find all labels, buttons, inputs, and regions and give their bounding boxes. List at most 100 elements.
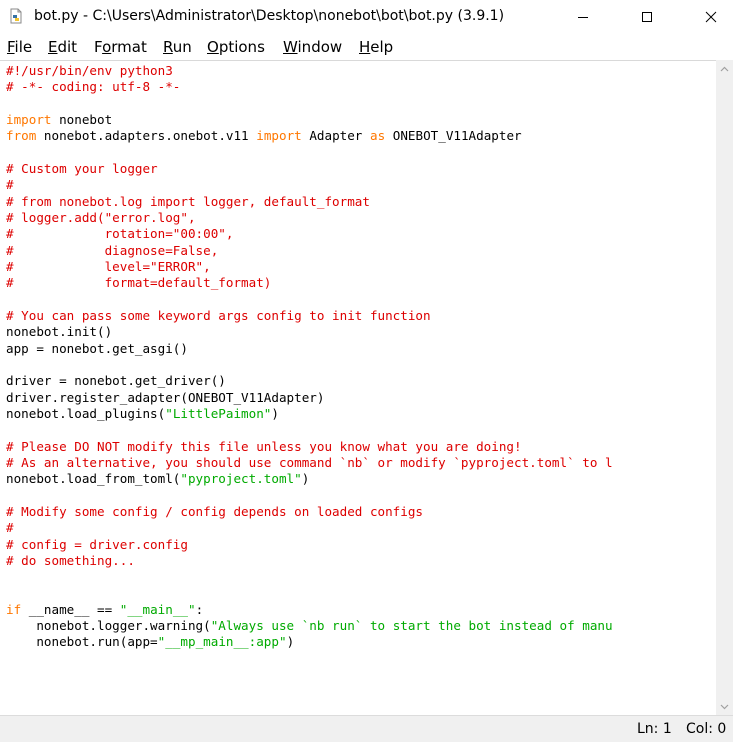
code-token: nonebot.logger.warning( bbox=[6, 618, 211, 634]
minimize-icon bbox=[578, 17, 588, 18]
code-token: "LittlePaimon" bbox=[165, 405, 272, 421]
code-line: # level="ERROR", bbox=[6, 259, 613, 275]
maximize-button[interactable] bbox=[624, 0, 670, 34]
code-token: import bbox=[256, 128, 302, 144]
code-line: from nonebot.adapters.onebot.v11 import … bbox=[6, 128, 613, 144]
code-line: if __name__ == "__main__": bbox=[6, 602, 613, 618]
code-line: nonebot.load_from_toml("pyproject.toml") bbox=[6, 471, 613, 487]
code-line: # bbox=[6, 177, 613, 193]
code-line: nonebot.load_plugins("LittlePaimon") bbox=[6, 406, 613, 422]
code-token: nonebot bbox=[51, 111, 113, 127]
code-token: nonebot.load_plugins( bbox=[6, 405, 166, 421]
code-token: app = nonebot.get_asgi() bbox=[6, 340, 188, 356]
scroll-down-button[interactable] bbox=[716, 698, 733, 715]
menu-help[interactable]: Help bbox=[359, 38, 393, 56]
close-button[interactable] bbox=[688, 0, 733, 34]
code-line: # -*- coding: utf-8 -*- bbox=[6, 79, 613, 95]
code-line: # You can pass some keyword args config … bbox=[6, 308, 613, 324]
code-token: driver.register_adapter(ONEBOT_V11Adapte… bbox=[6, 389, 325, 405]
column-indicator: Col: 0 bbox=[686, 721, 727, 737]
code-token: # Custom your logger bbox=[6, 160, 158, 176]
code-line: nonebot.init() bbox=[6, 324, 613, 340]
code-token: # Modify some config / config depends on… bbox=[6, 503, 424, 519]
code-token: # bbox=[6, 520, 14, 536]
maximize-icon bbox=[642, 12, 652, 22]
code-token: "Always use `nb run` to start the bot in… bbox=[210, 618, 613, 634]
code-token: # level="ERROR", bbox=[6, 258, 211, 274]
code-token: Adapter bbox=[301, 128, 370, 144]
code-token: # logger.add("error.log", bbox=[6, 209, 196, 225]
vertical-scrollbar[interactable] bbox=[716, 60, 733, 715]
code-token: # You can pass some keyword args config … bbox=[6, 307, 431, 323]
code-line: driver.register_adapter(ONEBOT_V11Adapte… bbox=[6, 390, 613, 406]
code-token: driver = nonebot.get_driver() bbox=[6, 373, 226, 389]
code-token: # bbox=[6, 177, 14, 193]
menu-file[interactable]: File bbox=[7, 38, 32, 56]
code-token: ) bbox=[301, 471, 310, 487]
code-line: # config = driver.config bbox=[6, 537, 613, 553]
code-token: __name__ == bbox=[21, 601, 120, 617]
code-token: if bbox=[6, 601, 22, 617]
code-token: ) bbox=[286, 634, 295, 650]
code-token: nonebot.run(app= bbox=[6, 634, 158, 650]
code-line: # diagnose=False, bbox=[6, 243, 613, 259]
scroll-up-button[interactable] bbox=[716, 60, 733, 77]
code-line: # format=default_format) bbox=[6, 275, 613, 291]
code-line: driver = nonebot.get_driver() bbox=[6, 373, 613, 389]
code-token: as bbox=[369, 128, 386, 144]
menu-window[interactable]: Window bbox=[283, 38, 342, 56]
menu-format[interactable]: Format bbox=[94, 38, 147, 56]
code-token: "__mp_main__:app" bbox=[157, 634, 287, 650]
code-token: # from nonebot.log import logger, defaul… bbox=[6, 193, 370, 209]
code-token: nonebot.load_from_toml( bbox=[6, 471, 181, 487]
code-line: # rotation="00:00", bbox=[6, 226, 613, 242]
status-bar: Ln: 1 Col: 0 bbox=[0, 715, 733, 742]
code-token: import bbox=[6, 111, 52, 127]
line-indicator: Ln: 1 bbox=[637, 721, 672, 737]
window-title: bot.py - C:\Users\Administrator\Desktop\… bbox=[34, 8, 505, 24]
code-token: ONEBOT_V11Adapter bbox=[385, 128, 522, 144]
code-editor[interactable]: #!/usr/bin/env python3 # -*- coding: utf-… bbox=[0, 60, 716, 716]
code-line: # Custom your logger bbox=[6, 161, 613, 177]
close-icon bbox=[705, 11, 717, 23]
menu-bar: File Edit Format Run Options Window Help bbox=[0, 34, 733, 60]
code-line: nonebot.run(app="__mp_main__:app") bbox=[6, 634, 613, 650]
code-token: # Please DO NOT modify this file unless … bbox=[6, 438, 522, 454]
code-line: app = nonebot.get_asgi() bbox=[6, 341, 613, 357]
chevron-up-icon bbox=[720, 66, 729, 71]
chevron-down-icon bbox=[720, 704, 729, 709]
minimize-button[interactable] bbox=[560, 0, 606, 34]
code-line: # Modify some config / config depends on… bbox=[6, 504, 613, 520]
code-token: # -*- coding: utf-8 -*- bbox=[6, 79, 181, 95]
code-token: # As an alternative, you should use comm… bbox=[6, 454, 613, 470]
code-token: # do something... bbox=[6, 552, 135, 568]
code-line: # Please DO NOT modify this file unless … bbox=[6, 439, 613, 455]
code-line: nonebot.logger.warning("Always use `nb r… bbox=[6, 618, 613, 634]
code-text[interactable]: #!/usr/bin/env python3 # -*- coding: utf-… bbox=[6, 63, 613, 651]
title-bar: bot.py - C:\Users\Administrator\Desktop\… bbox=[0, 0, 733, 34]
code-token: "__main__" bbox=[119, 601, 196, 617]
code-line: # bbox=[6, 520, 613, 536]
menu-edit[interactable]: Edit bbox=[48, 38, 77, 56]
code-token: nonebot.init() bbox=[6, 324, 113, 340]
code-line: # logger.add("error.log", bbox=[6, 210, 613, 226]
code-token: # format=default_format) bbox=[6, 275, 272, 291]
code-token: # rotation="00:00", bbox=[6, 226, 234, 242]
code-token: from bbox=[6, 128, 37, 144]
code-token: # diagnose=False, bbox=[6, 242, 219, 258]
menu-options[interactable]: Options bbox=[207, 38, 265, 56]
menu-run[interactable]: Run bbox=[163, 38, 192, 56]
code-token: : bbox=[195, 601, 204, 617]
code-token: nonebot.adapters.onebot.v11 bbox=[36, 128, 257, 144]
code-token: "pyproject.toml" bbox=[180, 471, 302, 487]
code-line: #!/usr/bin/env python3 bbox=[6, 63, 613, 79]
code-line: # do something... bbox=[6, 553, 613, 569]
code-token: ) bbox=[271, 405, 279, 421]
